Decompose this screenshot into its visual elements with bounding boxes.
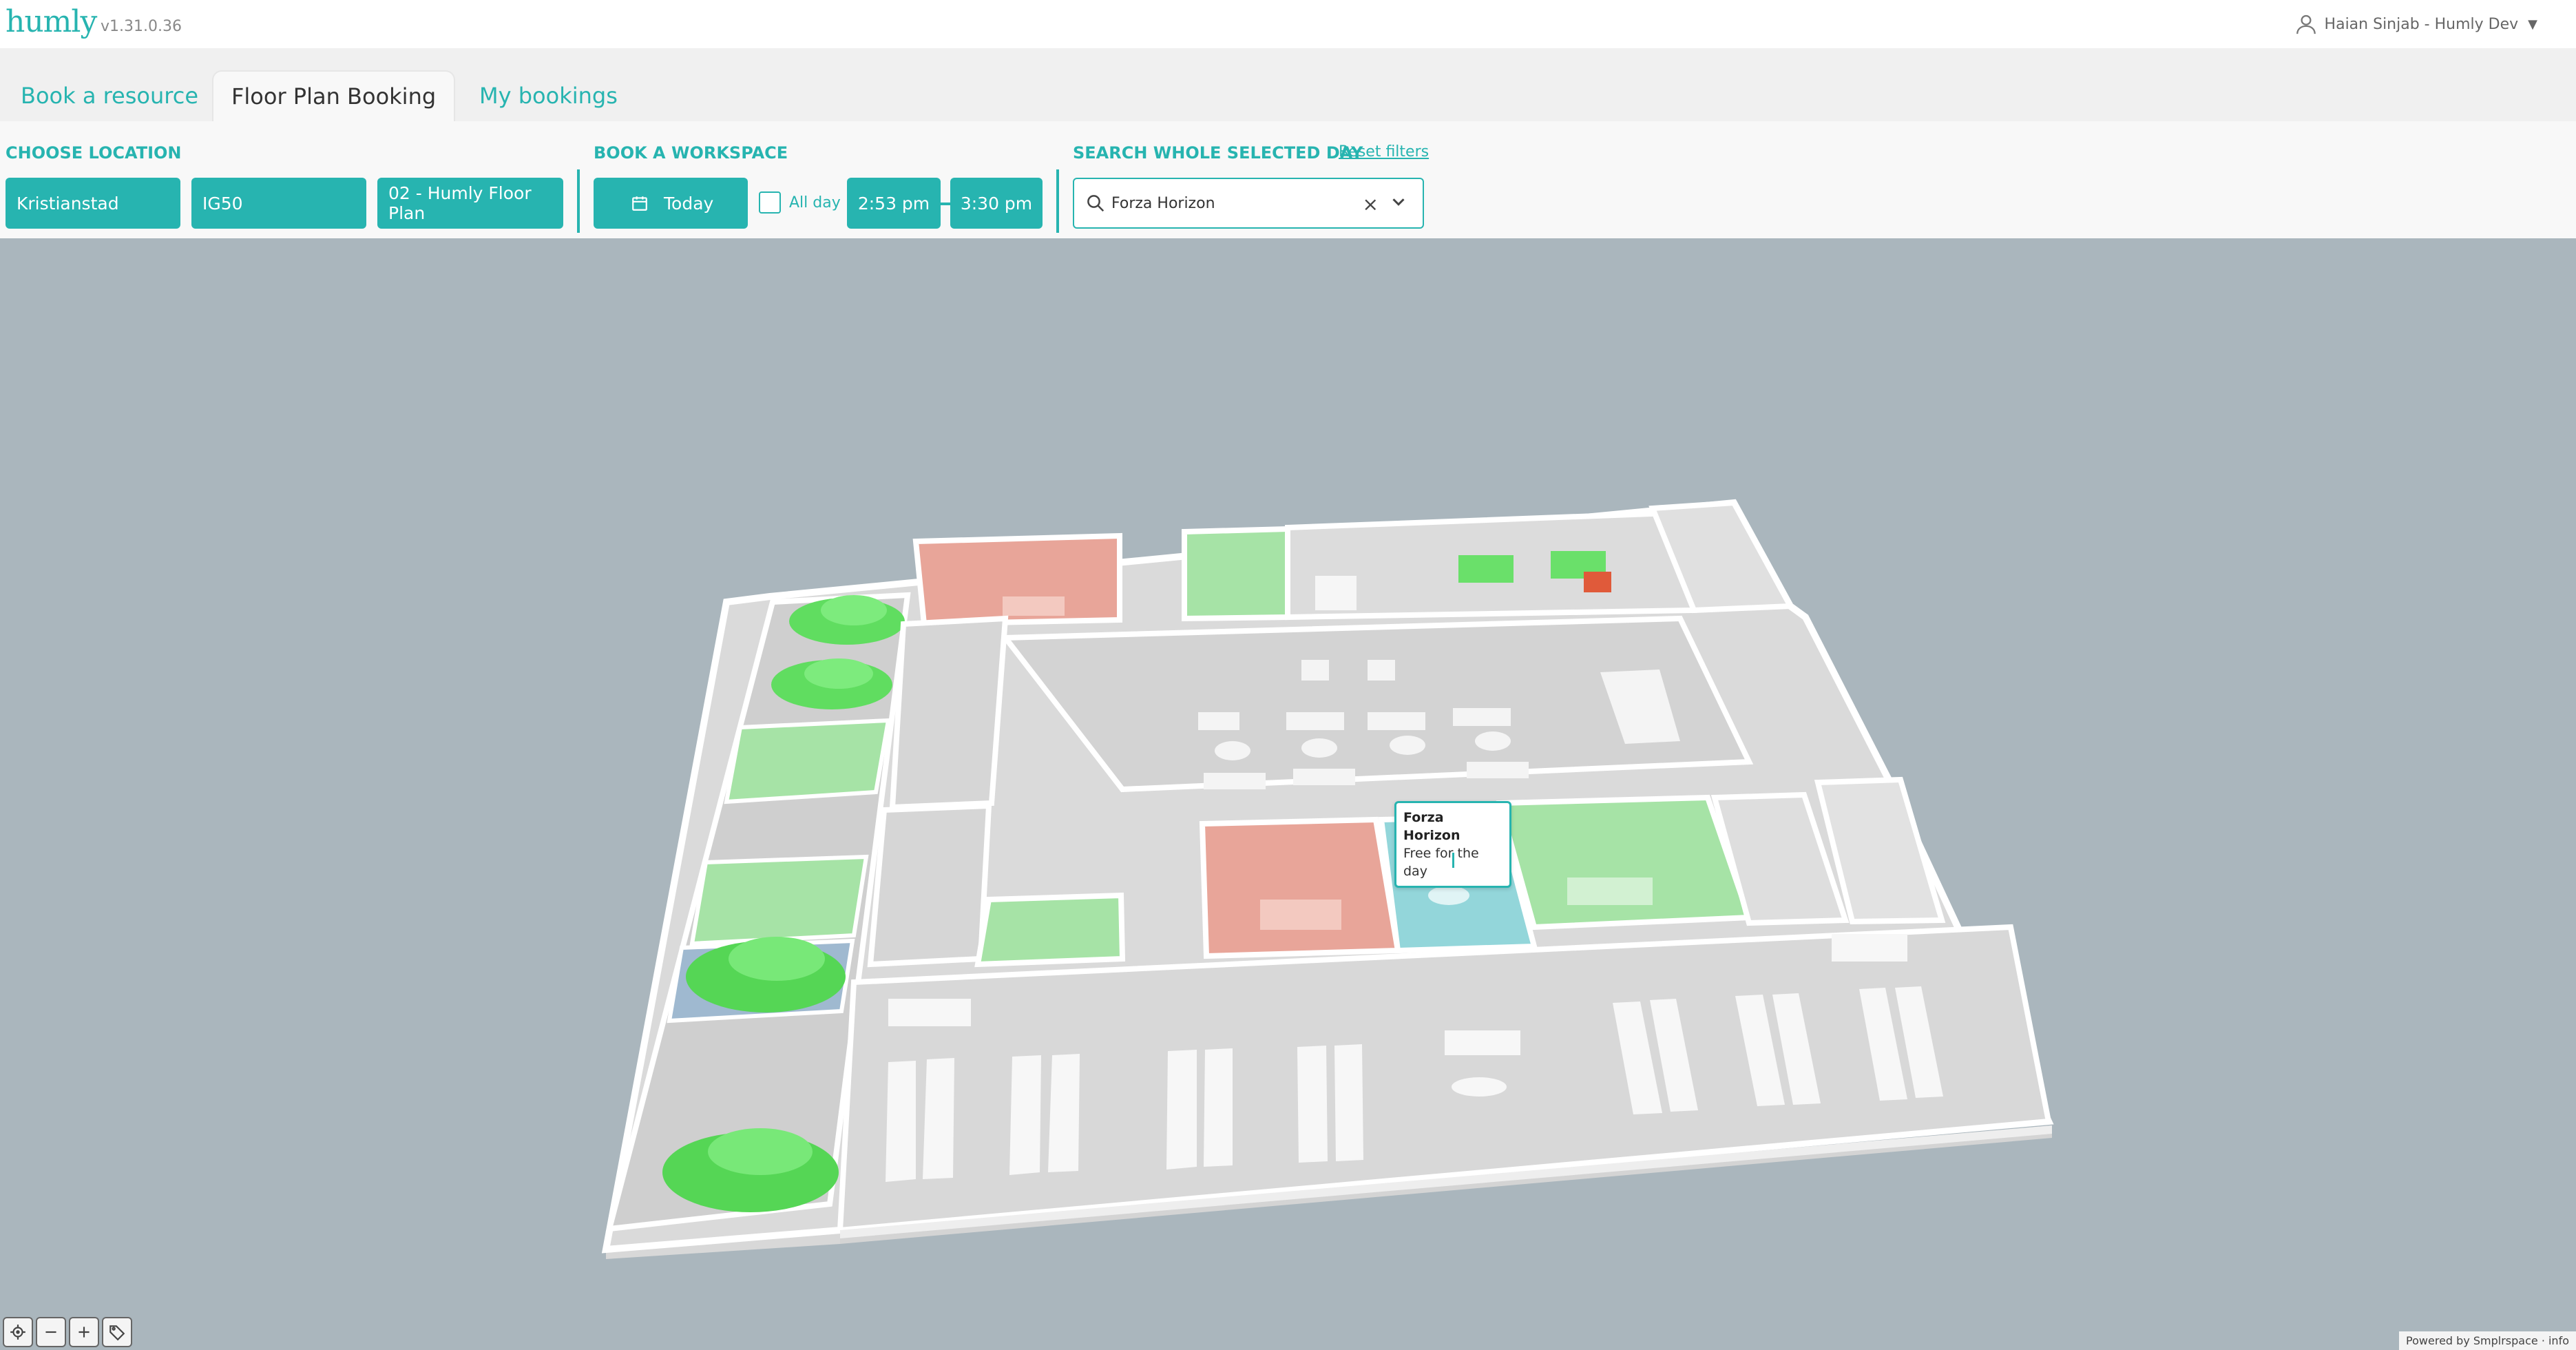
room [889,615,1009,811]
parking-bay-free [689,854,869,946]
clear-search-icon[interactable]: × [1363,193,1379,216]
reset-filters-link[interactable]: Reset filters [1339,143,1429,160]
calendar-icon [632,196,647,211]
divider [1056,169,1059,233]
resource-search-input[interactable]: Forza Horizon × [1073,178,1424,229]
book-a-workspace-label: BOOK A WORKSPACE [594,143,788,163]
all-day-label: All day [789,194,841,211]
zoom-in-icon[interactable] [69,1317,99,1347]
conference-table [1003,596,1065,616]
chevron-down-icon[interactable] [1388,191,1409,212]
filter-bar: CHOOSE LOCATION Kristianstad IG50 02 - H… [0,121,2576,238]
locate-icon[interactable] [3,1317,33,1347]
city-select[interactable]: Kristianstad [6,178,180,229]
room-free [974,892,1126,968]
desk-busy [1584,572,1611,592]
all-day-toggle[interactable]: All day [759,191,841,214]
humly-logo[interactable]: humly [6,4,97,39]
zoom-out-icon[interactable] [36,1317,66,1347]
room-free [1182,526,1290,622]
user-icon [2296,14,2316,34]
conference-table [1260,900,1341,930]
powered-by-label[interactable]: Powered by Smplrspace · info [2399,1331,2576,1350]
room-free [1496,794,1753,931]
divider [577,169,580,233]
conference-table [1567,878,1653,905]
floor-select[interactable]: 02 - Humly Floor Plan [377,178,563,229]
start-time-button[interactable]: 2:53 pm [847,178,941,229]
tab-floor-plan-booking[interactable]: Floor Plan Booking [212,70,456,121]
parking-bay-free [724,718,891,804]
all-day-checkbox[interactable] [759,191,781,214]
app-version: v1.31.0.36 [101,18,182,35]
tab-my-bookings[interactable]: My bookings [461,70,636,121]
tag-icon[interactable] [102,1317,132,1347]
search-whole-day-label: SEARCH WHOLE SELECTED DAY [1073,143,1363,163]
date-picker-button[interactable]: Today [594,178,748,229]
search-value: Forza Horizon [1111,194,1215,212]
user-menu[interactable]: Haian Sinjab - Humly Dev ▼ [2294,12,2537,36]
desk [1315,576,1357,610]
search-icon [1087,195,1104,212]
room-busy [1199,816,1401,959]
end-time-button[interactable]: 3:30 pm [950,178,1043,229]
user-name: Haian Sinjab - Humly Dev [2324,15,2519,33]
choose-location-label: CHOOSE LOCATION [6,143,182,163]
time-range-dash [939,202,951,205]
top-bar: humly v1.31.0.36 Haian Sinjab - Humly De… [0,0,2576,48]
tooltip-title: Forza Horizon [1403,810,1460,843]
room [867,802,992,968]
desk-free [1458,555,1514,583]
map-controls [3,1317,132,1347]
floor-plan-map[interactable] [0,238,2576,1350]
chevron-down-icon: ▼ [2528,17,2537,32]
tooltip-pointer [1452,853,1454,868]
forza-horizon-table [1428,886,1469,905]
tab-book-a-resource[interactable]: Book a resource [3,70,216,121]
resource-tooltip: Forza Horizon Free for the day [1394,801,1511,888]
building-select[interactable]: IG50 [191,178,366,229]
main-tabs: Book a resource Floor Plan Booking My bo… [0,48,2576,121]
date-label: Today [664,193,714,214]
